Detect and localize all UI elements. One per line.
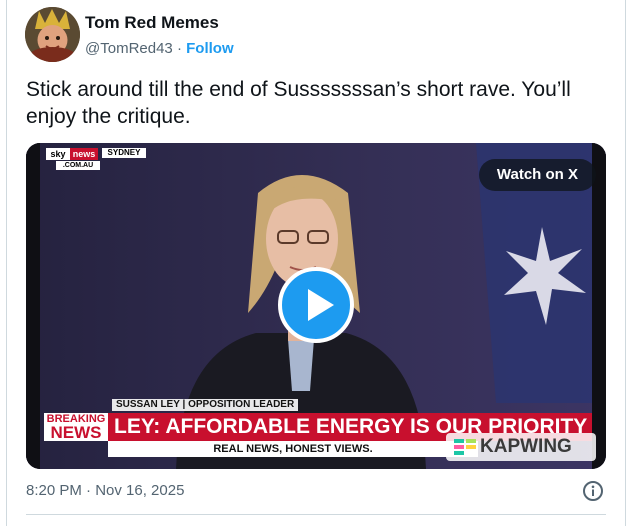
follow-button[interactable]: Follow [186,40,234,57]
logo-news: news [70,148,98,160]
separator-dot: · [176,40,182,57]
author-handle-row: @TomRed43 · Follow [85,40,234,57]
video-player[interactable]: sky news SYDNEY .COM.AU Watch on X SUSSA… [26,143,606,469]
avatar[interactable] [25,7,80,62]
author-display-name[interactable]: Tom Red Memes [85,13,219,33]
tweet-timestamp[interactable]: 8:20 PM · Nov 16, 2025 [26,482,184,499]
breaking-news-tag: BREAKING NEWS [44,413,108,441]
info-icon-glyph [583,481,603,501]
logo-sky: sky [46,148,70,160]
info-icon[interactable] [582,480,604,502]
ticker-slogan: REAL NEWS, HONEST VIEWS. [108,441,478,457]
avatar-image [25,7,80,62]
kapwing-logo-icon [454,439,476,455]
play-button[interactable] [278,267,354,343]
location-tag: SYDNEY [102,148,146,158]
play-icon [308,289,334,321]
logo-domain: .COM.AU [56,161,100,170]
watermark-text: KAPWING [480,436,572,457]
kapwing-watermark: KAPWING [446,433,596,461]
divider [26,514,606,515]
tweet-text: Stick around till the end of Susssssssan… [26,78,571,128]
news-label: NEWS [50,423,102,442]
name-strap: SUSSAN LEY | OPPOSITION LEADER [112,399,299,411]
watch-on-x-button[interactable]: Watch on X [478,159,596,191]
author-handle[interactable]: @TomRed43 [85,40,173,57]
